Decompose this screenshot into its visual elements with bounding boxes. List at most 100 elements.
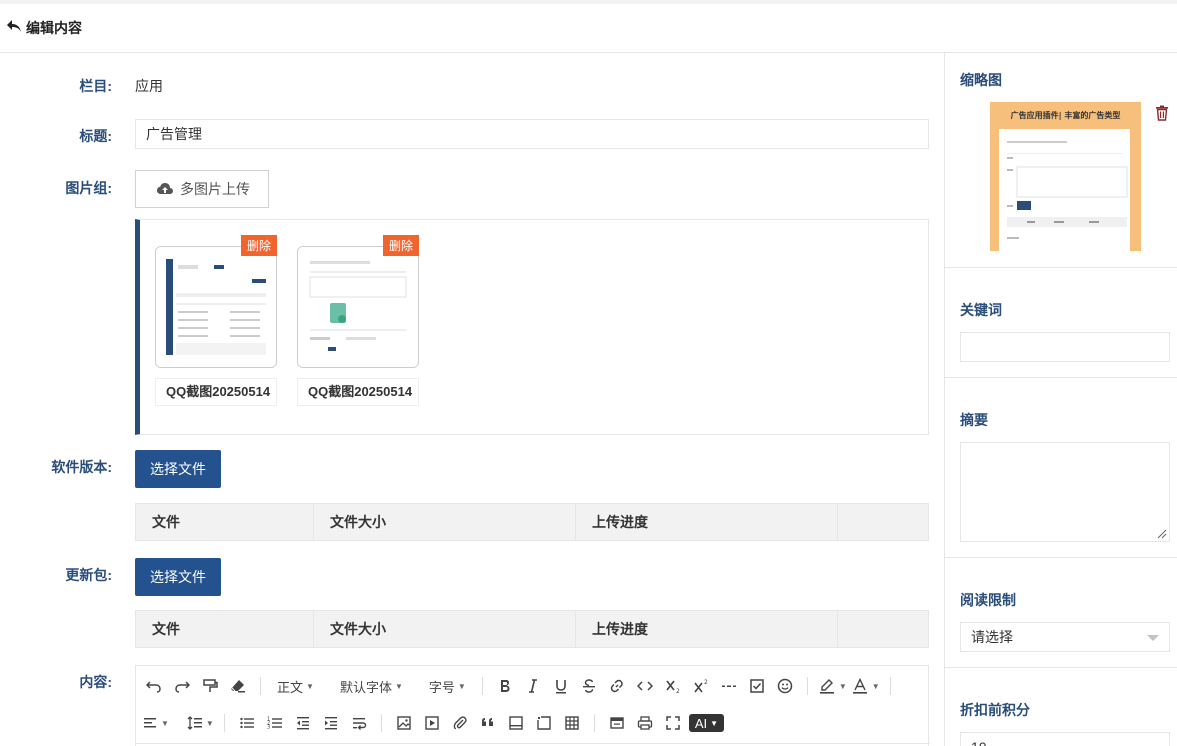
read-limit-label: 阅读限制 xyxy=(960,592,1016,608)
subscript-icon[interactable]: 2 xyxy=(661,674,685,698)
indent-icon[interactable] xyxy=(319,711,343,735)
strikethrough-icon[interactable] xyxy=(577,674,601,698)
software-version-label: 软件版本: xyxy=(51,459,112,475)
page-title: 编辑内容 xyxy=(26,20,82,36)
font-size-dropdown[interactable]: 字号 ▼ xyxy=(423,674,472,698)
chevron-down-icon: ▼ xyxy=(306,681,314,691)
toolbar-divider xyxy=(136,743,930,744)
redo-icon[interactable] xyxy=(170,674,194,698)
font-color-icon[interactable]: ▼ xyxy=(851,674,880,698)
text-wrap-icon[interactable] xyxy=(347,711,371,735)
ai-label: AI xyxy=(694,715,708,731)
read-limit-value: 请选择 xyxy=(971,629,1013,645)
preview-window-icon[interactable] xyxy=(605,711,629,735)
insert-table-icon[interactable] xyxy=(560,711,584,735)
thumbnail-preview-body xyxy=(999,129,1130,251)
superscript-icon[interactable]: 2 xyxy=(689,674,713,698)
undo-icon[interactable] xyxy=(142,674,166,698)
update-package-label: 更新包: xyxy=(65,567,112,583)
action-column-header xyxy=(838,611,928,647)
summary-textarea[interactable] xyxy=(960,442,1170,542)
update-file-table-header: 文件 文件大小 上传进度 xyxy=(135,610,929,648)
upload-progress-column-header: 上传进度 xyxy=(576,611,838,647)
chevron-down-icon: ▼ xyxy=(161,718,169,728)
todo-checkbox-icon[interactable] xyxy=(745,674,769,698)
gallery-panel: 删除 QQ截图20250514 删除 QQ截图20250514 xyxy=(135,219,929,435)
print-icon[interactable] xyxy=(633,711,657,735)
multi-upload-button[interactable]: 多图片上传 xyxy=(135,170,269,208)
numbered-list-icon[interactable]: 123 xyxy=(263,711,287,735)
software-select-file-button[interactable]: 选择文件 xyxy=(135,450,221,488)
file-size-column-header: 文件大小 xyxy=(314,504,576,540)
delete-image-button[interactable]: 删除 xyxy=(240,235,277,256)
action-column-header xyxy=(838,504,928,540)
italic-icon[interactable] xyxy=(521,674,545,698)
delete-image-button[interactable]: 删除 xyxy=(382,235,419,256)
gallery-filename: QQ截图20250514 xyxy=(297,378,419,406)
read-limit-select[interactable]: 请选择 xyxy=(960,622,1170,652)
horizontal-rule-icon[interactable] xyxy=(717,674,741,698)
editor-toolbar-row-2: ▼ ▼ 123 AI ▼ xyxy=(140,708,726,738)
ai-assistant-button[interactable]: AI ▼ xyxy=(688,714,725,732)
trash-icon[interactable] xyxy=(1155,105,1169,124)
keywords-label: 关键词 xyxy=(960,302,1002,318)
format-painter-icon[interactable] xyxy=(198,674,222,698)
gallery-label: 图片组: xyxy=(65,180,112,196)
outdent-icon[interactable] xyxy=(291,711,315,735)
keywords-input[interactable] xyxy=(960,332,1170,362)
toolbar-separator xyxy=(481,677,483,695)
sidebar: 缩略图 广告应用插件| 丰富的广告类型 关键词 摘要 阅读限制 请选择 折扣前积… xyxy=(944,53,1177,746)
svg-text:3: 3 xyxy=(267,725,270,731)
link-icon[interactable] xyxy=(605,674,629,698)
rich-text-editor: 正文 ▼ 默认字体 ▼ 字号 ▼ 2 2 ▼ ▼ ▼ ▼ 123 AI ▼ xyxy=(135,665,930,746)
gallery-thumbnail[interactable] xyxy=(155,246,277,368)
chevron-down-icon: ▼ xyxy=(205,718,214,728)
main-form: 栏目: 应用 标题: 广告管理 图片组: 多图片上传 删除 QQ截图202505… xyxy=(0,53,944,746)
update-select-file-button[interactable]: 选择文件 xyxy=(135,558,221,596)
thumbnail-label: 缩略图 xyxy=(960,72,1002,88)
chevron-down-icon: ▼ xyxy=(457,681,466,691)
gallery-item: 删除 QQ截图20250514 xyxy=(155,235,277,406)
emoji-icon[interactable] xyxy=(773,674,797,698)
software-file-table-header: 文件 文件大小 上传进度 xyxy=(135,503,929,541)
resize-handle-icon[interactable] xyxy=(1155,527,1167,539)
clear-format-icon[interactable] xyxy=(226,674,250,698)
paragraph-style-label: 正文 xyxy=(277,679,304,695)
align-icon[interactable]: ▼ xyxy=(142,711,169,735)
summary-section: 摘要 xyxy=(945,378,1177,558)
bold-icon[interactable] xyxy=(493,674,517,698)
back-arrow-icon[interactable] xyxy=(6,19,22,38)
thumbnail-section: 缩略图 广告应用插件| 丰富的广告类型 xyxy=(945,53,1177,268)
toolbar-separator xyxy=(593,714,595,732)
gallery-thumbnail[interactable] xyxy=(297,246,419,368)
toolbar-separator xyxy=(889,677,891,695)
font-family-dropdown[interactable]: 默认字体 ▼ xyxy=(334,674,409,698)
discount-points-input[interactable]: 10 xyxy=(960,732,1170,746)
insert-video-icon[interactable] xyxy=(420,711,444,735)
font-size-label: 字号 xyxy=(428,679,455,695)
blockquote-icon[interactable] xyxy=(476,711,500,735)
underline-icon[interactable] xyxy=(549,674,573,698)
keywords-section: 关键词 xyxy=(945,268,1177,378)
chevron-down-icon: ▼ xyxy=(394,681,403,691)
paragraph-style-dropdown[interactable]: 正文 ▼ xyxy=(271,674,320,698)
code-block-icon[interactable] xyxy=(504,711,528,735)
line-height-icon[interactable]: ▼ xyxy=(187,711,214,735)
toolbar-separator xyxy=(223,714,225,732)
fullscreen-icon[interactable] xyxy=(661,711,685,735)
svg-text:2: 2 xyxy=(704,679,708,686)
page-header: 编辑内容 xyxy=(0,4,1177,53)
toolbar-separator xyxy=(260,677,261,695)
thumbnail-image[interactable]: 广告应用插件| 丰富的广告类型 xyxy=(990,102,1141,251)
code-icon[interactable] xyxy=(633,674,657,698)
title-input[interactable]: 广告管理 xyxy=(135,119,929,149)
attachment-icon[interactable] xyxy=(448,711,472,735)
bulleted-list-icon[interactable] xyxy=(235,711,259,735)
toolbar-separator xyxy=(806,677,808,695)
insert-image-icon[interactable] xyxy=(392,711,416,735)
insert-frame-icon[interactable] xyxy=(532,711,556,735)
cloud-upload-icon xyxy=(157,183,173,194)
highlight-color-icon[interactable]: ▼ xyxy=(818,674,847,698)
content-label: 内容: xyxy=(79,674,112,690)
multi-upload-label: 多图片上传 xyxy=(180,181,250,197)
